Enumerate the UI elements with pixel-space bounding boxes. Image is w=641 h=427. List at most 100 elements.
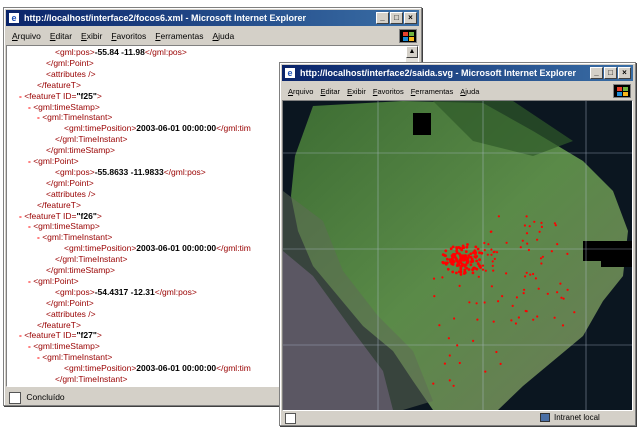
xml-line[interactable]: - <featureT ID="f27"> — [19, 330, 102, 341]
xml-line[interactable]: - <featureT ID="f25"> — [19, 91, 102, 102]
xml-line[interactable]: - <featureT ID="f26"> — [19, 211, 102, 222]
xml-token: </gml:timeStamp> — [46, 385, 115, 386]
fire-point — [561, 324, 565, 327]
xml-line: <attributes /> — [37, 189, 96, 200]
fire-point — [455, 271, 458, 275]
xml-token: <featureT — [24, 330, 64, 341]
fire-point — [515, 296, 518, 299]
fire-point — [493, 257, 496, 260]
menu-ferramentas[interactable]: Ferramentas — [411, 87, 454, 96]
fire-point — [521, 239, 524, 242]
xml-line: </gml:Point> — [37, 298, 94, 309]
xml-token: -54.4317 -12.31 — [94, 286, 155, 297]
fire-point — [523, 224, 526, 227]
xml-line[interactable]: - <gml:timeStamp> — [28, 221, 100, 232]
windows-flag-icon — [613, 84, 631, 98]
menu-ajuda[interactable]: Ajuda — [460, 87, 479, 96]
fire-point — [445, 257, 449, 261]
intranet-zone-icon — [540, 413, 550, 422]
svg-window-titlebar[interactable]: e http://localhost/interface2/saida.svg … — [282, 65, 633, 81]
xml-token: </gml:pos> — [144, 47, 187, 57]
xml-token: <gml:timeStamp> — [33, 221, 100, 232]
fire-point — [480, 251, 484, 255]
xml-token: </gml:tim — [216, 363, 251, 374]
fire-point — [460, 248, 464, 252]
maximize-icon[interactable]: □ — [604, 67, 617, 79]
xml-token: 2003-06-01 00:00:00 — [136, 243, 217, 254]
xml-line[interactable]: - <gml:TimeInstant> — [37, 232, 112, 243]
fire-point — [541, 255, 544, 258]
fire-point — [449, 247, 453, 251]
menu-ajuda[interactable]: Ajuda — [212, 31, 234, 41]
minimize-icon[interactable]: _ — [590, 67, 603, 79]
maximize-icon[interactable]: □ — [390, 12, 403, 24]
menu-exibir[interactable]: Exibir — [81, 31, 102, 41]
fire-point — [490, 285, 493, 288]
scroll-up-icon[interactable]: ▲ — [406, 46, 418, 58]
menu-favoritos[interactable]: Favoritos — [111, 31, 146, 41]
fire-point — [474, 245, 478, 249]
xml-token: </gml:TimeInstant> — [55, 254, 128, 265]
fire-point — [519, 246, 522, 249]
xml-token: -55.84 -11.98 — [94, 47, 145, 57]
fire-point — [510, 319, 513, 322]
menu-ferramentas[interactable]: Ferramentas — [155, 31, 203, 41]
fire-point — [554, 224, 557, 227]
fire-point — [453, 253, 457, 256]
satellite-map[interactable] — [283, 101, 632, 410]
xml-token: ID= — [63, 90, 77, 101]
svg-browser-window: e http://localhost/interface2/saida.svg … — [279, 62, 636, 426]
fire-point — [511, 304, 514, 307]
close-icon[interactable]: × — [404, 12, 417, 24]
fire-point — [477, 275, 480, 278]
xml-token: <gml:timePosition> — [64, 243, 137, 254]
xml-token: <attributes /> — [46, 308, 96, 319]
minimize-icon[interactable]: _ — [376, 12, 389, 24]
xml-line[interactable]: - <gml:timeStamp> — [28, 102, 100, 113]
fire-point — [483, 241, 486, 245]
fire-point — [465, 245, 469, 249]
xml-line: </gml:TimeInstant> — [46, 374, 127, 385]
fire-point — [448, 379, 451, 382]
xml-line[interactable]: - <gml:TimeInstant> — [37, 112, 112, 123]
menu-exibir[interactable]: Exibir — [347, 87, 366, 96]
xml-window-titlebar[interactable]: e http://localhost/interface2/focos6.xml… — [6, 10, 419, 26]
fire-point — [444, 249, 448, 253]
fire-point — [438, 324, 441, 327]
fire-point — [481, 264, 485, 267]
fire-point — [443, 362, 446, 365]
xml-token: "f27" — [76, 330, 97, 341]
xml-line[interactable]: - <gml:timeStamp> — [28, 341, 100, 352]
xml-line[interactable]: - <gml:Point> — [28, 276, 79, 287]
fire-point — [532, 318, 535, 321]
xml-line: <gml:timePosition>2003-06-01 00:00:00</g… — [55, 243, 251, 254]
menu-favoritos[interactable]: Favoritos — [373, 87, 404, 96]
fire-point — [463, 268, 467, 272]
xml-token: "f25" — [76, 90, 97, 101]
fire-point — [433, 295, 436, 298]
menu-arquivo[interactable]: Arquivo — [288, 87, 313, 96]
svg-content-pane[interactable] — [282, 100, 633, 411]
fire-point — [472, 339, 475, 342]
svg-statusbar: Intranet local — [282, 411, 633, 425]
fire-point — [495, 251, 499, 254]
menu-arquivo[interactable]: Arquivo — [12, 31, 41, 41]
fire-point — [550, 250, 553, 253]
xml-line[interactable]: - <gml:Point> — [28, 156, 79, 167]
fire-point — [455, 251, 459, 255]
fire-point — [478, 251, 481, 255]
close-icon[interactable]: × — [618, 67, 631, 79]
xml-token: ID= — [63, 330, 77, 341]
xml-line: </featureT> — [28, 80, 81, 91]
status-page-icon — [9, 391, 21, 404]
fire-point — [462, 256, 466, 260]
menu-editar[interactable]: Editar — [320, 87, 340, 96]
menu-editar[interactable]: Editar — [50, 31, 72, 41]
xml-token: </featureT> — [37, 199, 81, 210]
fire-point — [446, 261, 449, 265]
fire-point — [432, 382, 435, 385]
ie-page-icon: e — [8, 12, 20, 24]
fire-point — [451, 270, 455, 274]
fire-point — [497, 300, 500, 303]
xml-line[interactable]: - <gml:TimeInstant> — [37, 352, 112, 363]
